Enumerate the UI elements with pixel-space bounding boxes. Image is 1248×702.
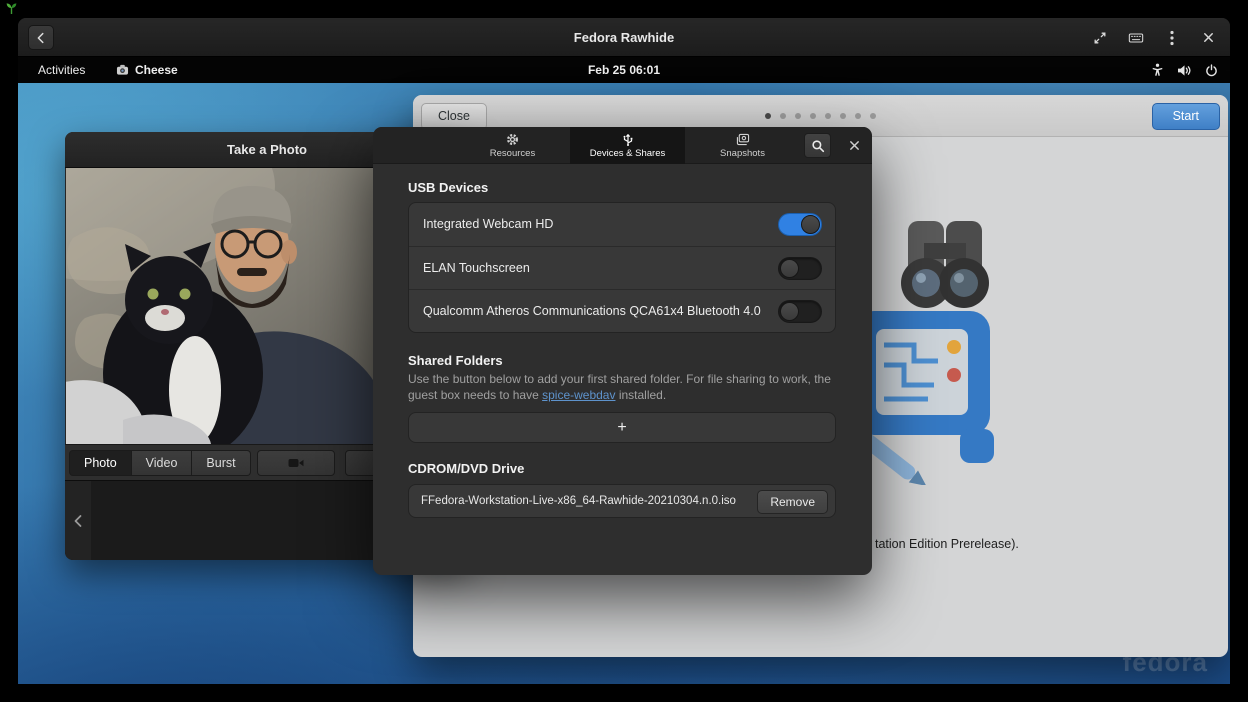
titlebar-actions (1086, 18, 1222, 57)
usb-device-toggle[interactable] (778, 257, 822, 280)
usb-device-toggle[interactable] (778, 300, 822, 323)
menu-button[interactable] (1158, 25, 1186, 51)
page-dot[interactable] (810, 113, 816, 119)
tab-label: Resources (490, 148, 535, 159)
keyboard-icon (1128, 31, 1144, 45)
usb-device-row: ELAN Touchscreen (409, 246, 835, 289)
volume-icon (1177, 64, 1192, 77)
chevron-left-icon (73, 514, 83, 528)
tab-label: Snapshots (720, 148, 765, 159)
usb-device-name: Qualcomm Atheros Communications QCA61x4 … (423, 290, 761, 333)
description-line1: Use the button below to add your first s… (408, 372, 831, 386)
spice-webdav-link[interactable]: spice-webdav (542, 388, 615, 402)
search-icon (811, 139, 825, 153)
mode-photo-button[interactable]: Photo (69, 450, 132, 476)
page-dot[interactable] (795, 113, 801, 119)
cheese-app-icon (116, 64, 129, 76)
usb-device-list: Integrated Webcam HD ELAN Touchscreen Qu… (408, 202, 836, 333)
page-dot[interactable] (780, 113, 786, 119)
fullscreen-icon (1093, 31, 1107, 45)
usb-icon (622, 132, 634, 146)
close-icon (849, 140, 860, 151)
description-line2-suffix: installed. (615, 388, 666, 402)
host-titlebar: Fedora Rawhide (18, 18, 1230, 57)
add-shared-folder-button[interactable]: + (408, 412, 836, 443)
window-title: Fedora Rawhide (18, 18, 1230, 57)
box-properties-dialog: Resources Devices & Shares Snapshots (373, 127, 872, 575)
shared-folders-description: Use the button below to add your first s… (408, 372, 846, 403)
cdrom-row: FFedora-Workstation-Live-x86_64-Rawhide-… (408, 484, 836, 518)
snapshots-icon (736, 133, 750, 146)
sprout-icon (6, 2, 17, 15)
iso-filename: FFedora-Workstation-Live-x86_64-Rawhide-… (421, 485, 736, 519)
accessibility-icon (1151, 63, 1164, 77)
chevron-left-icon (34, 31, 48, 45)
usb-devices-heading: USB Devices (408, 180, 488, 195)
page-dot[interactable] (870, 113, 876, 119)
take-photo-button[interactable] (257, 450, 335, 476)
toggle-knob (780, 259, 799, 278)
search-button[interactable] (804, 133, 831, 158)
usb-device-row: Qualcomm Atheros Communications QCA61x4 … (409, 289, 835, 332)
page-dot[interactable] (825, 113, 831, 119)
keyboard-button[interactable] (1122, 25, 1150, 51)
description-line2-prefix: guest box needs to have (408, 388, 542, 402)
page-dot[interactable] (765, 113, 771, 119)
tab-snapshots[interactable]: Snapshots (685, 127, 800, 164)
toggle-knob (801, 215, 820, 234)
mode-switcher: Photo Video Burst (69, 450, 251, 476)
page-dot[interactable] (855, 113, 861, 119)
usb-device-row: Integrated Webcam HD (409, 203, 835, 246)
power-icon (1205, 64, 1218, 77)
dialog-close-button[interactable] (842, 133, 866, 158)
mode-burst-button[interactable]: Burst (192, 450, 250, 476)
edition-caption: tation Edition Prerelease). (875, 537, 1019, 551)
remove-iso-button[interactable]: Remove (757, 490, 828, 514)
properties-tabbar: Resources Devices & Shares Snapshots (373, 127, 872, 164)
back-button[interactable] (28, 25, 54, 50)
activities-button[interactable]: Activities (34, 57, 89, 83)
page-indicator (413, 113, 1228, 119)
strip-scroll-left-button[interactable] (65, 481, 91, 560)
usb-device-toggle[interactable] (778, 213, 822, 236)
shared-folders-heading: Shared Folders (408, 353, 503, 368)
app-menu-button[interactable]: Cheese (116, 57, 178, 83)
app-menu-label: Cheese (135, 63, 178, 77)
fullscreen-button[interactable] (1086, 25, 1114, 51)
camera-icon (288, 457, 304, 469)
tab-devices-shares[interactable]: Devices & Shares (570, 127, 685, 164)
page-dot[interactable] (840, 113, 846, 119)
window-close-button[interactable] (1194, 25, 1222, 51)
gnome-shell-topbar: Feb 25 06:01 Activities Cheese (18, 57, 1230, 83)
close-icon (1202, 31, 1215, 44)
cdrom-heading: CDROM/DVD Drive (408, 461, 524, 476)
mode-video-button[interactable]: Video (132, 450, 193, 476)
tab-resources[interactable]: Resources (455, 127, 570, 164)
toggle-knob (780, 302, 799, 321)
shell-clock[interactable]: Feb 25 06:01 (18, 57, 1230, 83)
usb-device-name: ELAN Touchscreen (423, 247, 530, 290)
gear-icon (506, 133, 519, 146)
kebab-menu-icon (1170, 30, 1174, 46)
tab-label: Devices & Shares (590, 148, 666, 159)
screen: Fedora Rawhide (0, 0, 1248, 702)
system-tray[interactable] (1151, 57, 1218, 83)
usb-device-name: Integrated Webcam HD (423, 203, 553, 246)
